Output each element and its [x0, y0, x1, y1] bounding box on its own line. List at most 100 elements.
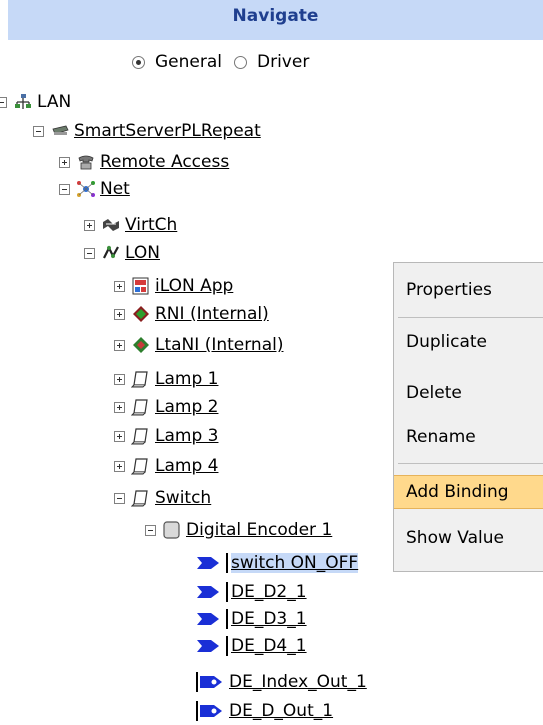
menu-item-show-value[interactable]: Show Value: [394, 521, 543, 555]
menu-item-rename[interactable]: Rename: [394, 420, 543, 454]
tree-label-rni[interactable]: RNI (Internal): [155, 304, 269, 324]
tree-label-datapoint[interactable]: DE_D_Out_1: [229, 701, 333, 721]
tree-node-digital-encoder[interactable]: Digital Encoder 1: [145, 518, 332, 542]
collapse-icon[interactable]: [0, 96, 7, 108]
expand-icon[interactable]: [114, 460, 125, 472]
menu-item-label: Show Value: [406, 528, 504, 548]
output-datapoint-icon: [197, 586, 219, 598]
functional-block-icon: [163, 521, 180, 539]
device-icon: [131, 490, 148, 507]
tree-node-switch[interactable]: Switch: [114, 486, 211, 510]
tree-label-server[interactable]: SmartServerPLRepeat: [74, 121, 261, 141]
tree-node-datapoint[interactable]: DE_D4_1: [196, 634, 307, 658]
navigate-header: Navigate: [8, 0, 543, 40]
tree-line: [226, 636, 228, 656]
tree-line: [196, 701, 198, 721]
tree-node-datapoint[interactable]: DE_Index_Out_1: [196, 670, 367, 694]
expand-icon[interactable]: [114, 280, 125, 292]
general-radio-label[interactable]: General: [155, 52, 222, 72]
menu-item-add-binding[interactable]: Add Binding: [394, 475, 543, 509]
device-icon: [131, 428, 148, 445]
tree-label-net[interactable]: Net: [100, 179, 130, 199]
tree-line: [226, 582, 228, 602]
rni-interface-icon: [133, 306, 149, 322]
tree-node-ilon-app[interactable]: iLON App: [114, 274, 233, 298]
device-icon: [131, 399, 148, 416]
output-datapoint-icon: [197, 557, 219, 569]
collapse-icon[interactable]: [114, 492, 125, 504]
collapse-icon[interactable]: [145, 524, 156, 536]
tree-label-datapoint[interactable]: DE_D4_1: [231, 636, 307, 656]
menu-item-label: Duplicate: [406, 332, 487, 352]
tree-node-datapoint[interactable]: switch ON_OFF: [196, 551, 359, 575]
tree-node-lamp-2[interactable]: Lamp 2: [114, 395, 218, 419]
expand-icon[interactable]: [59, 156, 70, 168]
general-radio[interactable]: [132, 55, 145, 69]
tree-label-remote-access[interactable]: Remote Access: [100, 152, 229, 172]
tree-label-lan[interactable]: LAN: [37, 92, 71, 112]
menu-separator: [398, 317, 543, 318]
tree-label-digital-encoder[interactable]: Digital Encoder 1: [186, 520, 332, 540]
expand-icon[interactable]: [114, 308, 125, 320]
expand-icon[interactable]: [114, 373, 125, 385]
menu-item-properties[interactable]: Properties: [394, 273, 543, 307]
menu-item-label: Add Binding: [406, 482, 509, 502]
tree-label-ilon-app[interactable]: iLON App: [155, 276, 233, 296]
output-datapoint-icon: [197, 613, 219, 625]
lan-network-icon: [15, 94, 31, 109]
tree-label-lon[interactable]: LON: [125, 243, 160, 263]
device-icon: [131, 458, 148, 475]
tree-label-ltani[interactable]: LtaNI (Internal): [155, 335, 283, 355]
view-mode-selector: General Driver: [132, 52, 309, 72]
tree-node-lamp-3[interactable]: Lamp 3: [114, 424, 218, 448]
tree-node-lon[interactable]: LON: [84, 241, 160, 265]
menu-item-label: Rename: [406, 427, 476, 447]
tree-node-rni[interactable]: RNI (Internal): [114, 302, 269, 326]
virtual-channel-icon: [103, 219, 119, 231]
collapse-icon[interactable]: [33, 125, 44, 137]
tree-node-lamp-1[interactable]: Lamp 1: [114, 367, 218, 391]
menu-item-label: Properties: [406, 280, 492, 300]
navigate-title: Navigate: [232, 6, 319, 26]
tree-label-lamp-4[interactable]: Lamp 4: [155, 456, 218, 476]
tree-line: [196, 672, 198, 692]
tree-node-datapoint[interactable]: DE_D_Out_1: [196, 699, 333, 723]
expand-icon[interactable]: [114, 339, 125, 351]
tree-node-ltani[interactable]: LtaNI (Internal): [114, 333, 283, 357]
tree-label-virtch[interactable]: VirtCh: [125, 215, 177, 235]
device-icon: [131, 371, 148, 388]
tree-label-datapoint[interactable]: DE_Index_Out_1: [229, 672, 367, 692]
lon-channel-icon: [103, 245, 119, 259]
menu-item-duplicate[interactable]: Duplicate: [394, 325, 543, 359]
tree-node-virtch[interactable]: VirtCh: [84, 213, 177, 237]
expand-icon[interactable]: [114, 430, 125, 442]
tree-line: [226, 609, 228, 629]
driver-radio-label[interactable]: Driver: [257, 52, 309, 72]
tree-label-datapoint[interactable]: DE_D3_1: [231, 609, 307, 629]
tree-label-switch[interactable]: Switch: [155, 488, 211, 508]
tree-label-datapoint[interactable]: switch ON_OFF: [231, 553, 359, 573]
tree-label-lamp-2[interactable]: Lamp 2: [155, 397, 218, 417]
tree-node-net[interactable]: Net: [59, 177, 130, 201]
tree-node-lan[interactable]: LAN: [0, 90, 71, 114]
output-datapoint-icon: [197, 640, 219, 652]
driver-radio[interactable]: [234, 55, 247, 69]
expand-icon[interactable]: [114, 401, 125, 413]
tree-label-lamp-3[interactable]: Lamp 3: [155, 426, 218, 446]
tree-node-datapoint[interactable]: DE_D3_1: [196, 607, 307, 631]
input-datapoint-icon: [200, 676, 222, 688]
network-net-icon: [77, 181, 95, 197]
telephone-icon: [78, 155, 94, 170]
collapse-icon[interactable]: [84, 247, 95, 259]
tree-node-remote-access[interactable]: Remote Access: [59, 150, 229, 174]
tree-node-lamp-4[interactable]: Lamp 4: [114, 454, 218, 478]
expand-icon[interactable]: [84, 219, 95, 231]
tree-node-datapoint[interactable]: DE_D2_1: [196, 580, 307, 604]
menu-item-delete[interactable]: Delete: [394, 376, 543, 410]
collapse-icon[interactable]: [59, 183, 70, 195]
tree-label-datapoint[interactable]: DE_D2_1: [231, 582, 307, 602]
tree-node-server[interactable]: SmartServerPLRepeat: [33, 119, 261, 143]
tree-label-lamp-1[interactable]: Lamp 1: [155, 369, 218, 389]
server-icon: [52, 125, 69, 135]
context-menu: Properties Duplicate Delete Rename Add B…: [393, 262, 543, 572]
